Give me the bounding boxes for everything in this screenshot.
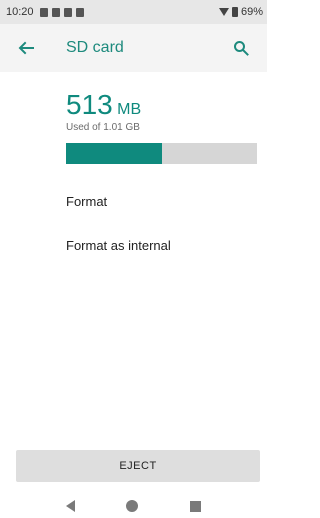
notification-icon xyxy=(39,7,48,17)
battery-percent: 69% xyxy=(240,6,263,18)
storage-progress-fill xyxy=(66,143,162,164)
format-option[interactable]: Format xyxy=(66,190,107,214)
format-as-internal-option[interactable]: Format as internal xyxy=(66,234,171,258)
sd-card-icon xyxy=(75,7,84,17)
toolbar: SD card xyxy=(0,24,267,72)
notification-icon xyxy=(63,7,72,17)
nav-home-icon[interactable] xyxy=(126,500,139,512)
status-time: 10:20 xyxy=(6,6,34,18)
battery-icon xyxy=(231,7,238,17)
nav-recents-icon[interactable] xyxy=(190,500,202,512)
content: 513 MB Used of 1.01 GB Format Format as … xyxy=(0,72,267,438)
used-of-total: Used of 1.01 GB xyxy=(66,122,140,133)
status-bar: 10:20 69% xyxy=(0,0,267,24)
eject-button[interactable]: EJECT xyxy=(16,450,260,482)
status-right: 69% xyxy=(218,6,263,18)
search-icon xyxy=(234,41,249,56)
navigation-bar xyxy=(0,494,267,518)
used-value: 513 xyxy=(66,89,113,120)
storage-summary: 513 MB Used of 1.01 GB xyxy=(66,90,257,164)
search-icon[interactable] xyxy=(231,38,251,58)
notification-icon xyxy=(51,7,60,17)
arrow-left-icon[interactable] xyxy=(16,38,36,58)
used-amount: 513 MB xyxy=(66,90,257,120)
nav-back-icon[interactable] xyxy=(65,500,75,512)
used-unit: MB xyxy=(117,101,142,118)
page-title: SD card xyxy=(66,39,124,56)
arrow-left-icon xyxy=(18,41,34,55)
storage-progress-bar xyxy=(66,143,257,164)
wifi-icon xyxy=(218,8,229,16)
